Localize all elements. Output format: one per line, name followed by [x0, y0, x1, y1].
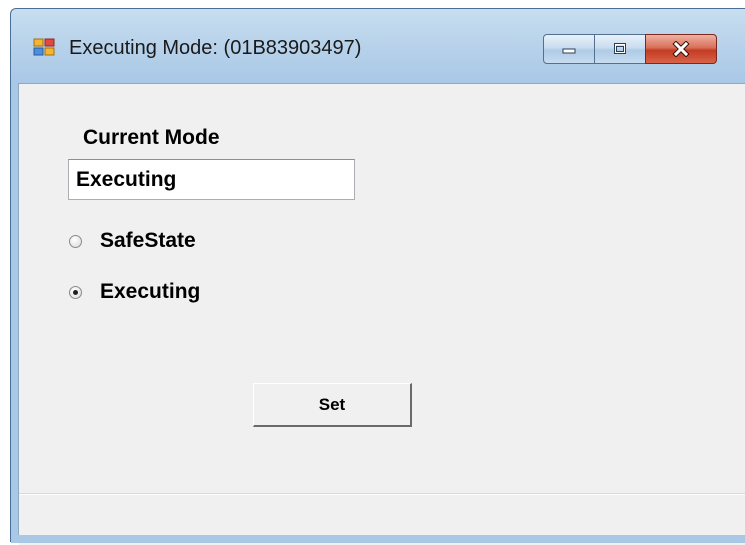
maximize-button[interactable] — [594, 34, 646, 64]
set-button[interactable]: Set — [253, 383, 412, 427]
radio-button-icon[interactable] — [69, 234, 82, 248]
radio-safestate[interactable]: SafeState — [69, 229, 196, 253]
maximize-icon — [614, 43, 626, 54]
minimize-icon — [562, 48, 576, 54]
radio-label-executing[interactable]: Executing — [100, 280, 200, 304]
current-mode-label: Current Mode — [83, 126, 220, 149]
windows-form-icon — [33, 38, 55, 56]
minimize-button[interactable] — [543, 34, 595, 64]
radio-executing[interactable]: Executing — [69, 280, 200, 304]
radio-label-safestate[interactable]: SafeState — [100, 229, 196, 253]
close-icon — [672, 41, 690, 57]
dialog-window: Executing Mode: (01B83903497) Current Mo… — [10, 8, 745, 545]
form-client-area: Current Mode Executing SafeState Executi… — [18, 83, 745, 545]
title-bar[interactable]: Executing Mode: (01B83903497) — [11, 9, 745, 83]
radio-button-icon[interactable] — [69, 285, 82, 299]
window-title: Executing Mode: (01B83903497) — [69, 37, 362, 59]
close-button[interactable] — [645, 34, 717, 64]
current-mode-field[interactable]: Executing — [68, 159, 355, 200]
